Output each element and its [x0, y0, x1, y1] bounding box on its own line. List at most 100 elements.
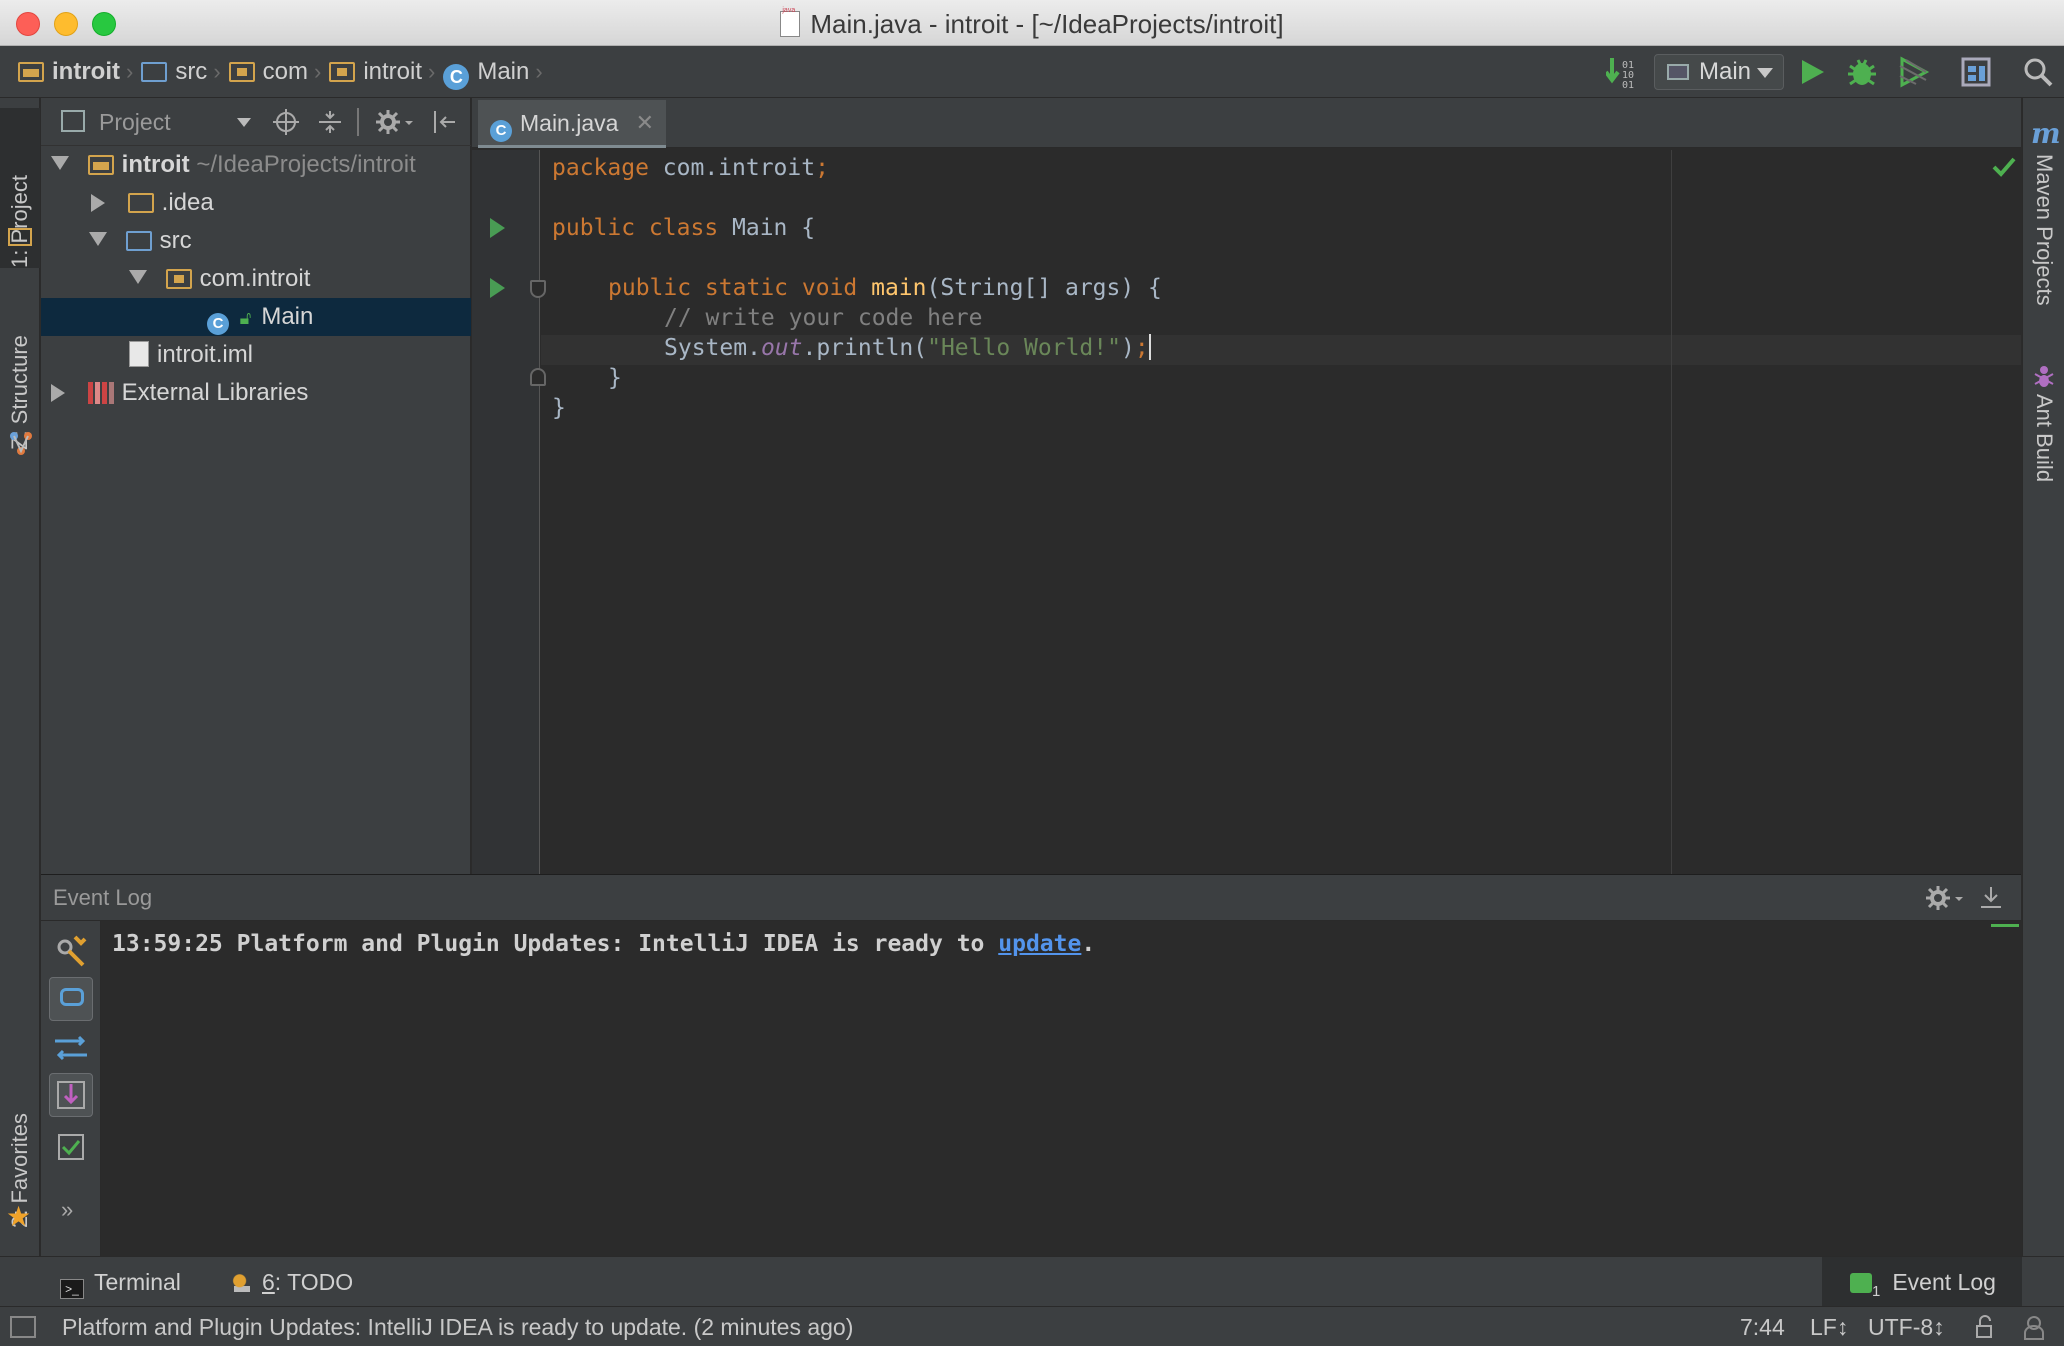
project-tool-window: Project introit ~/IdeaProjects/introit .…	[41, 98, 471, 874]
project-structure-icon[interactable]	[1960, 56, 1992, 88]
breadcrumb-item-src[interactable]: src	[141, 58, 207, 85]
chevron-right-icon: ›	[125, 59, 134, 84]
breadcrumb-item-project[interactable]: introit	[18, 58, 120, 85]
tab-ant-build[interactable]: Ant Build	[2023, 394, 2064, 594]
event-log-tool-window: Event Log » 13:59:25 Platform and Plugin…	[41, 874, 2021, 1257]
tree-item-label: .idea	[161, 189, 214, 216]
line-separator-select[interactable]: LF↕	[1810, 1307, 1848, 1346]
caret-position-text: 7:44	[1740, 1314, 1785, 1340]
expand-arrow-icon[interactable]	[129, 270, 147, 284]
tree-item-external-libraries[interactable]: External Libraries	[41, 374, 471, 412]
tree-item-src[interactable]: src	[41, 222, 471, 260]
expand-arrow-icon[interactable]	[89, 232, 107, 246]
library-icon	[87, 382, 114, 404]
lock-icon[interactable]	[1974, 1315, 1994, 1339]
tab-terminal[interactable]: >_ Terminal	[60, 1257, 181, 1307]
collapsed-arrow-icon[interactable]	[51, 384, 65, 402]
package-folder-icon	[329, 62, 356, 82]
code-line-6[interactable]: // write your code here	[552, 303, 983, 333]
run-icon[interactable]	[1800, 58, 1826, 86]
toggle-tool-windows-icon[interactable]	[10, 1316, 36, 1338]
editor-tab-bar: C Main.java ✕	[472, 98, 2021, 148]
code-line-3[interactable]: public class Main {	[552, 213, 815, 243]
lock-icon: 🔓︎	[239, 308, 252, 328]
close-tab-icon[interactable]: ✕	[636, 100, 654, 146]
breadcrumb-item-com[interactable]: com	[228, 58, 308, 85]
run-method-gutter-icon[interactable]	[490, 278, 505, 298]
run-with-coverage-icon[interactable]	[1896, 56, 1930, 88]
tab-structure[interactable]: Z: Structure	[0, 290, 40, 450]
scroll-to-end-icon	[57, 1081, 85, 1109]
debug-icon[interactable]	[1846, 56, 1878, 88]
tab-event-log-label: Event Log	[1892, 1269, 1996, 1295]
tab-event-log[interactable]: 1 Event Log	[1822, 1257, 2022, 1307]
inspector-icon[interactable]	[2020, 1313, 2048, 1341]
tab-todo[interactable]: 6: TODO	[230, 1257, 353, 1307]
breadcrumb-label: com	[262, 58, 308, 85]
show-balloons-toggle[interactable]	[49, 977, 93, 1021]
code-line-9[interactable]: }	[552, 393, 566, 423]
tree-item-idea[interactable]: .idea	[41, 184, 471, 222]
tree-item-project-root[interactable]: introit ~/IdeaProjects/introit	[41, 146, 471, 184]
tab-label: Main.java	[520, 110, 619, 136]
code-token: .println(	[802, 335, 928, 361]
run-class-gutter-icon[interactable]	[490, 218, 505, 238]
build-project-icon[interactable]: 01 10 01	[1606, 56, 1640, 88]
editor-gutter	[472, 150, 540, 874]
encoding-select[interactable]: UTF-8↕	[1868, 1307, 1945, 1346]
tree-item-label: External Libraries	[121, 379, 309, 406]
update-link[interactable]: update	[998, 931, 1081, 957]
code-token: }	[552, 395, 566, 421]
fold-marker-icon[interactable]	[530, 280, 546, 298]
tree-item-iml[interactable]: introit.iml	[41, 336, 471, 374]
chevron-right-icon: ›	[428, 59, 436, 84]
caret-position[interactable]: 7:44	[1740, 1307, 1785, 1346]
scroll-to-end-toggle[interactable]	[49, 1073, 93, 1117]
hide-panel-icon[interactable]	[1979, 885, 2003, 911]
event-message-end: .	[1081, 931, 1096, 957]
window-title: Main.java - introit - [~/IdeaProjects/in…	[0, 0, 2064, 46]
event-log-entry: 13:59:25 Platform and Plugin Updates: In…	[102, 921, 1095, 967]
package-folder-icon	[228, 62, 255, 82]
code-line-8[interactable]: }	[552, 363, 622, 393]
chevron-down-icon[interactable]	[237, 118, 251, 127]
expand-arrow-icon[interactable]	[51, 156, 69, 170]
run-configuration-select[interactable]: Main	[1654, 54, 1784, 90]
tree-item-label: Main	[261, 303, 314, 330]
code-line-1[interactable]: package com.introit;	[552, 153, 829, 183]
project-panel-header: Project	[41, 98, 471, 146]
tab-main-java[interactable]: C Main.java ✕	[478, 100, 666, 148]
tab-maven-projects[interactable]: Maven Projects	[2023, 154, 2064, 354]
hide-panel-icon[interactable]	[431, 109, 457, 135]
tree-item-main-class[interactable]: C 🔓︎ Main	[41, 298, 471, 336]
soft-wrap-icon[interactable]	[49, 1027, 93, 1071]
code-token: public static void	[608, 275, 872, 301]
scroll-from-source-icon[interactable]	[273, 109, 299, 135]
tree-item-label: src	[159, 227, 192, 254]
search-icon[interactable]	[2022, 56, 2054, 88]
toolbar-divider	[357, 108, 359, 136]
scroll-indicator	[1991, 924, 2019, 927]
project-view-select[interactable]: Project	[99, 98, 171, 146]
structure-icon	[10, 432, 32, 455]
window-title-text: Main.java - introit - [~/IdeaProjects/in…	[810, 9, 1284, 39]
settings-wrench-icon[interactable]	[49, 929, 93, 973]
more-tools-icon[interactable]: »	[61, 1197, 73, 1223]
code-line-5[interactable]: public static void main(String[] args) {	[552, 273, 1162, 303]
tree-item-package[interactable]: com.introit	[41, 260, 471, 298]
fold-marker-icon[interactable]	[530, 368, 546, 386]
breadcrumb-item-introit[interactable]: introit	[329, 58, 422, 85]
gear-icon[interactable]	[1925, 885, 1965, 911]
code-line-7[interactable]: System.out.println("Hello World!");	[552, 333, 1151, 363]
balloon-icon	[60, 988, 84, 1006]
java-class-icon: C	[443, 64, 470, 90]
mark-all-read-icon[interactable]	[49, 1125, 93, 1169]
status-bar: Platform and Plugin Updates: IntelliJ ID…	[0, 1306, 2064, 1346]
tree-item-label: introit.iml	[157, 341, 254, 368]
collapse-all-icon[interactable]	[317, 109, 343, 135]
status-message[interactable]: Platform and Plugin Updates: IntelliJ ID…	[62, 1307, 853, 1346]
gear-icon[interactable]	[375, 109, 415, 135]
breadcrumb-item-main[interactable]: C Main	[443, 58, 529, 90]
collapsed-arrow-icon[interactable]	[91, 194, 105, 212]
chevron-down-icon	[1757, 68, 1773, 78]
